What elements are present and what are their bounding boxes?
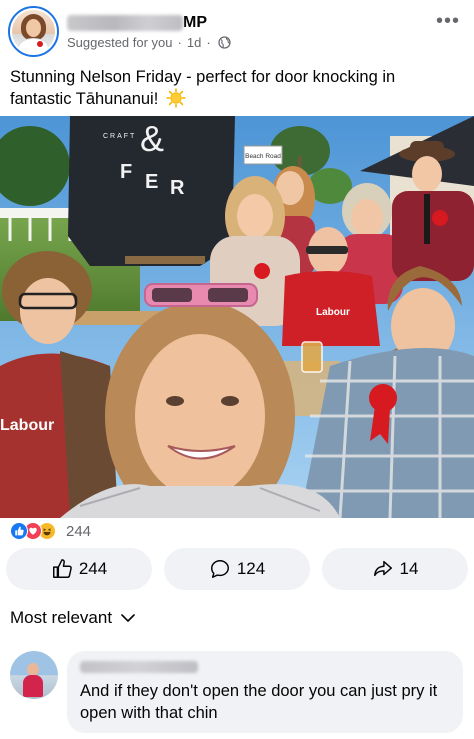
author-avatar[interactable] xyxy=(8,6,59,57)
comment-sort-label: Most relevant xyxy=(10,608,113,627)
reaction-count: 244 xyxy=(66,522,92,540)
author-name-blurred xyxy=(67,15,183,31)
post-text: Stunning Nelson Friday - perfect for doo… xyxy=(10,66,460,110)
umbrella-text-craft: CRAFT xyxy=(103,133,136,140)
comment-bubble-icon xyxy=(210,560,229,578)
chevron-down-icon xyxy=(121,614,135,622)
commenter-name-blurred[interactable] xyxy=(80,661,198,673)
share-arrow-icon xyxy=(373,560,392,577)
shirt-label-left: Labour xyxy=(0,417,54,434)
sun-emoji xyxy=(166,88,186,108)
action-bar: 244 124 14 xyxy=(6,548,468,590)
comment-text: And if they don't open the door you can … xyxy=(80,682,438,722)
comment-button[interactable]: 124 xyxy=(164,548,310,590)
meta-separator: · xyxy=(177,35,182,50)
share-count: 14 xyxy=(399,559,419,578)
umbrella-text-f: F xyxy=(120,161,132,183)
author-avatar-image xyxy=(12,10,55,53)
umbrella-text-ampersand: & xyxy=(140,118,164,159)
suggested-label: Suggested for you xyxy=(67,35,173,50)
post-meta: Suggested for you · 1d · xyxy=(67,35,231,50)
like-reaction-icon xyxy=(10,522,28,540)
author-name[interactable]: MP xyxy=(67,13,207,33)
reaction-summary[interactable]: 244 xyxy=(10,521,91,541)
reaction-icons xyxy=(10,522,62,540)
author-title: MP xyxy=(183,14,207,31)
like-button[interactable]: 244 xyxy=(6,548,152,590)
meta-separator: · xyxy=(206,35,211,50)
globe-icon xyxy=(218,36,231,49)
post-time[interactable]: 1d xyxy=(187,35,201,50)
post-photo[interactable]: Beach Road CRAFT & F E R Labour Labour xyxy=(0,116,474,518)
street-sign-text: Beach Road xyxy=(245,153,281,160)
umbrella-text-e: E xyxy=(145,171,158,193)
more-options-button[interactable]: ••• xyxy=(436,11,460,31)
comment-bubble: And if they don't open the door you can … xyxy=(67,651,463,733)
shirt-label-center: Labour xyxy=(316,307,350,318)
thumbs-up-icon xyxy=(52,559,72,578)
umbrella-text-r: R xyxy=(170,177,185,199)
commenter-avatar[interactable] xyxy=(10,651,58,699)
group-selfie-image: Beach Road CRAFT & F E R Labour Labour xyxy=(0,116,474,518)
like-count: 244 xyxy=(78,559,108,578)
share-button[interactable]: 14 xyxy=(322,548,468,590)
post-text-content: Stunning Nelson Friday - perfect for doo… xyxy=(10,68,396,108)
post-header: MP Suggested for you · 1d · ••• xyxy=(0,0,474,62)
comment-count: 124 xyxy=(236,559,266,578)
comment-sort-dropdown[interactable]: Most relevant xyxy=(10,608,136,628)
